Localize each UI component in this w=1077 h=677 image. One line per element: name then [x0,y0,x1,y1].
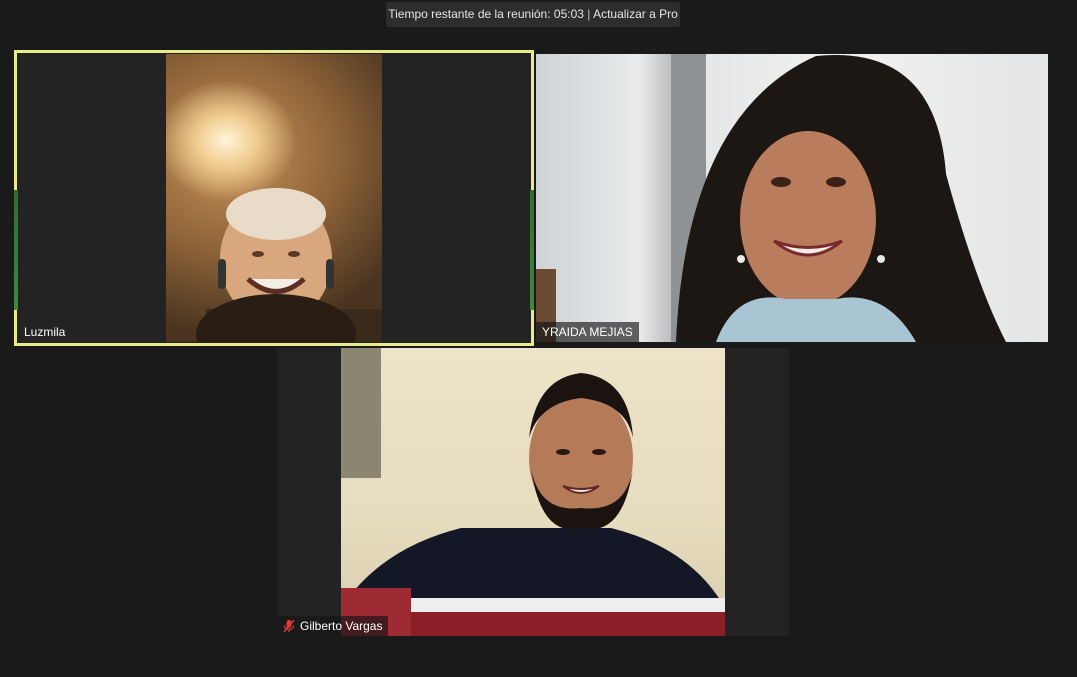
participant-video-image [536,54,1006,342]
participant-tile-luzmila[interactable]: Luzmila [14,50,534,346]
participant-video-image [341,348,725,636]
participant-name: Gilberto Vargas [300,619,383,633]
meeting-gallery-view: Tiempo restante de la reunión: 05:03 | A… [0,0,1077,677]
participant-video [166,54,382,342]
participant-name-tag: YRAIDA MEJIAS [536,322,639,342]
participant-name: Luzmila [24,325,66,339]
participant-tile-gilberto-vargas[interactable]: Gilberto Vargas [277,348,789,636]
participant-name: YRAIDA MEJIAS [542,325,633,339]
video-edge-left [14,190,18,310]
participant-tile-yraida-mejias[interactable]: YRAIDA MEJIAS [536,54,1048,342]
muted-microphone-icon [283,619,295,633]
participant-video [536,54,1048,342]
time-remaining-banner: Tiempo restante de la reunión: 05:03 | A… [386,2,680,27]
time-remaining-label: Tiempo restante de la reunión: [388,7,551,21]
upgrade-to-pro-link[interactable]: Actualizar a Pro [593,7,678,21]
video-edge-right [530,190,534,310]
participant-video [341,348,725,636]
banner-separator: | [587,7,591,21]
participant-name-tag: Gilberto Vargas [277,616,389,636]
time-remaining-value: 05:03 [553,7,584,21]
participant-video-image [196,188,382,342]
participant-name-tag: Luzmila [18,322,71,342]
